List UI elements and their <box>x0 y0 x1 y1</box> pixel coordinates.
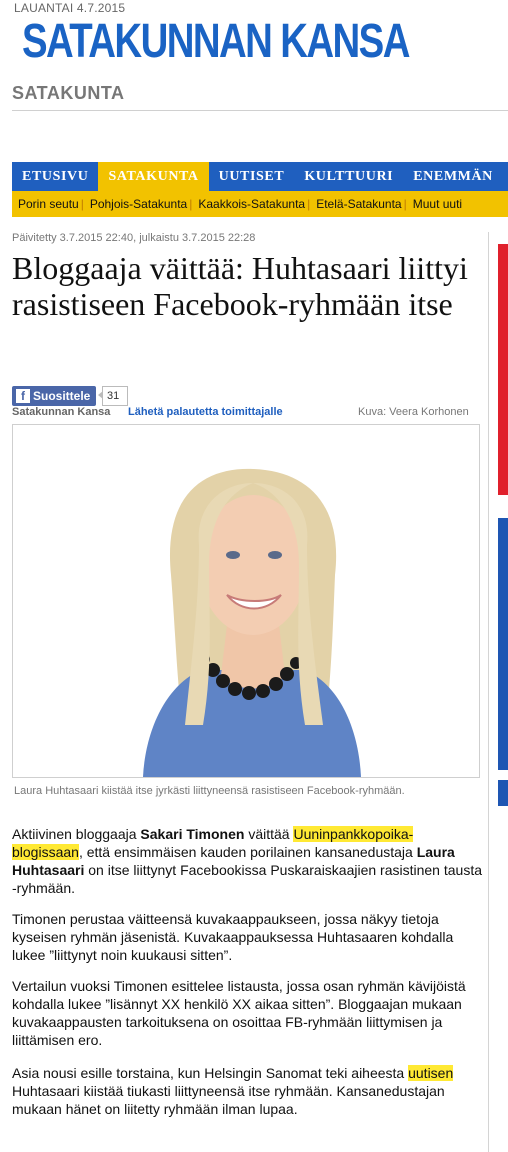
subnav-item-porin-seutu[interactable]: Porin seutu <box>12 191 81 217</box>
article-headline: Bloggaaja väittää: Huhtasaari liittyi ra… <box>12 250 468 322</box>
nav-item-uutiset[interactable]: UUTISET <box>209 162 295 191</box>
paragraph-text: , että ensimmäisen kauden porilainen kan… <box>78 844 417 860</box>
nav-item-enemman[interactable]: ENEMMÄN <box>403 162 503 191</box>
article-paragraph-1: Aktiivinen bloggaaja Sakari Timonen väit… <box>12 825 482 897</box>
like-button-label: Suosittele <box>33 389 91 403</box>
photo-caption: Laura Huhtasaari kiistää itse jyrkästi l… <box>14 785 405 797</box>
paragraph-text: väittää <box>244 826 294 842</box>
article-source: Satakunnan Kansa <box>12 406 111 418</box>
paragraph-text: Huhtasaari kiistää tiukasti liittyneensä… <box>12 1083 445 1117</box>
photo-credit: Kuva: Veera Korhonen <box>358 406 469 418</box>
feedback-link[interactable]: Lähetä palautetta toimittajalle <box>128 406 283 418</box>
sidebar-divider <box>488 232 489 1152</box>
subnav-item-kaakkois-satakunta[interactable]: Kaakkois-Satakunta <box>192 191 307 217</box>
facebook-like-button[interactable]: f Suosittele <box>12 386 96 406</box>
person-name: Sakari Timonen <box>140 826 245 842</box>
subnav-item-etela-satakunta[interactable]: Etelä-Satakunta <box>310 191 403 217</box>
news-link[interactable]: uutisen <box>408 1065 454 1081</box>
subnav-item-muut-uutiset[interactable]: Muut uuti <box>407 191 464 217</box>
nav-item-etusivu[interactable]: ETUSIVU <box>12 162 98 191</box>
like-count: 31 <box>98 386 128 406</box>
portrait-illustration <box>13 425 479 777</box>
paragraph-text: Aktiivinen bloggaaja <box>12 826 141 842</box>
subnav-item-pohjois-satakunta[interactable]: Pohjois-Satakunta <box>84 191 189 217</box>
article-timestamp: Päivitetty 3.7.2015 22:40, julkaistu 3.7… <box>12 232 256 244</box>
sub-nav: Porin seutu | Pohjois-Satakunta | Kaakkois… <box>12 191 508 217</box>
nav-item-kulttuuri[interactable]: KULTTUURI <box>294 162 403 191</box>
article-paragraph-2: Timonen perustaa väitteensä kuvakaappauk… <box>12 911 454 963</box>
section-divider <box>12 110 508 111</box>
site-logo[interactable]: SATAKUNNAN KANSA <box>22 12 410 72</box>
section-title: SATAKUNTA <box>12 83 125 103</box>
nav-item-satakunta[interactable]: SATAKUNTA <box>98 162 209 191</box>
sidebar-ad-red[interactable] <box>498 244 508 495</box>
article-paragraph-4: Asia nousi esille torstaina, kun Helsing… <box>12 1064 482 1118</box>
sidebar-ad-blue-small[interactable] <box>498 780 508 806</box>
article-paragraph-3: Vertailun vuoksi Timonen esittelee lista… <box>12 978 466 1048</box>
main-nav: ETUSIVU SATAKUNTA UUTISET KULTTUURI ENEM… <box>12 162 508 191</box>
article-photo[interactable] <box>12 424 480 778</box>
paragraph-text: Asia nousi esille torstaina, kun Helsing… <box>12 1065 409 1081</box>
facebook-icon: f <box>16 389 30 403</box>
sidebar-ad-blue[interactable] <box>498 518 508 770</box>
